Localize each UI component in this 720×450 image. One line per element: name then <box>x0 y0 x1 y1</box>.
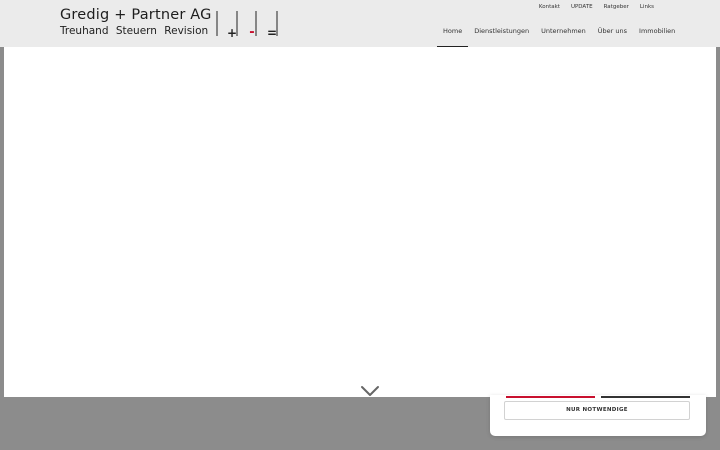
logo-mark-icon: + - = <box>216 11 278 38</box>
cookie-settings-button-edge[interactable] <box>601 396 690 398</box>
logo-mark-minus: - <box>249 25 254 38</box>
nav-item-ueber-uns[interactable]: Über uns <box>592 23 633 47</box>
logo-mark-plus: + <box>227 26 237 38</box>
top-link-links[interactable]: Links <box>640 4 654 10</box>
main-nav: Home Dienstleistungen Unternehmen Über u… <box>437 23 681 47</box>
logo-tagline: Treuhand Steuern Revision <box>60 25 209 37</box>
nav-item-unternehmen[interactable]: Unternehmen <box>535 23 592 47</box>
top-link-update[interactable]: UPDATE <box>571 4 593 10</box>
top-links: Kontakt UPDATE Ratgeber Links <box>528 4 654 10</box>
logo-mark-equals: = <box>267 26 277 38</box>
top-link-kontakt[interactable]: Kontakt <box>539 4 560 10</box>
nav-item-home[interactable]: Home <box>437 23 469 47</box>
logo-company-name[interactable]: Gredig + Partner AG <box>60 7 212 23</box>
top-link-ratgeber[interactable]: Ratgeber <box>604 4 629 10</box>
nav-item-dienstleistungen[interactable]: Dienstleistungen <box>468 23 535 47</box>
hero-content-area <box>4 47 716 397</box>
cookie-consent-panel: NUR NOTWENDIGE <box>490 395 706 436</box>
site-header: Gredig + Partner AG Treuhand Steuern Rev… <box>0 0 720 47</box>
necessary-only-button[interactable]: NUR NOTWENDIGE <box>504 401 690 420</box>
cookie-accept-button-edge[interactable] <box>506 396 595 398</box>
nav-item-immobilien[interactable]: Immobilien <box>633 23 681 47</box>
chevron-down-icon[interactable] <box>360 384 380 398</box>
